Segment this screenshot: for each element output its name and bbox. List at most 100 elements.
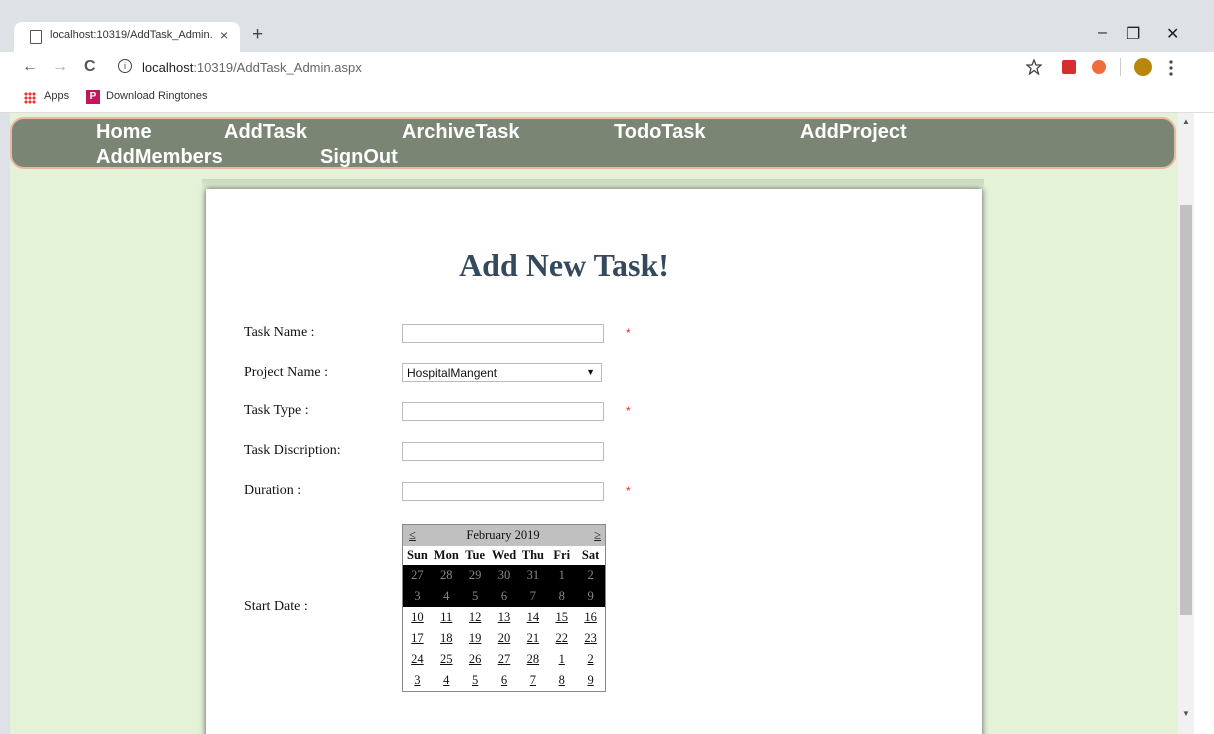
calendar-day[interactable]: 19	[461, 631, 490, 646]
close-window-button[interactable]: ✕	[1166, 24, 1179, 44]
start-date-calendar: ≤ February 2019 ≥ Sun Mon Tue Wed Thu Fr…	[402, 524, 606, 692]
calendar-day[interactable]: 23	[576, 631, 605, 646]
calendar-day[interactable]: 3	[403, 673, 432, 688]
task-type-input[interactable]	[402, 402, 604, 421]
task-name-label: Task Name :	[244, 325, 315, 340]
address-bar[interactable]: i localhost:10319/AddTask_Admin.aspx	[110, 56, 1036, 80]
tab-close-icon[interactable]: ×	[220, 27, 228, 43]
nav-addtask[interactable]: AddTask	[224, 121, 307, 144]
scroll-up-arrow-icon[interactable]: ▲	[1182, 117, 1190, 126]
scroll-down-arrow-icon[interactable]: ▼	[1182, 709, 1190, 718]
calendar-week-row: 17 18 19 20 21 22 23	[403, 628, 605, 649]
calendar-day[interactable]: 20	[490, 631, 519, 646]
calendar-week-row: 3 4 5 6 7 8 9	[403, 586, 605, 607]
calendar-day[interactable]: 4	[432, 673, 461, 688]
browser-tab[interactable]: localhost:10319/AddTask_Admin. ×	[14, 22, 240, 52]
weekday-label: Sun	[407, 548, 428, 562]
calendar-day[interactable]: 14	[518, 610, 547, 625]
star-icon[interactable]	[1026, 59, 1042, 75]
back-button[interactable]: ←	[22, 58, 38, 76]
tab-strip: localhost:10319/AddTask_Admin. × + – ❐ ✕	[0, 0, 1214, 52]
dropdown-arrow-icon: ▼	[586, 367, 595, 377]
calendar-day[interactable]: 18	[432, 631, 461, 646]
page-title: Add New Task!	[459, 247, 669, 283]
calendar-day[interactable]: 25	[432, 652, 461, 667]
calendar-week-row: 27 28 29 30 31 1 2	[403, 565, 605, 586]
weekday-label: Mon	[433, 548, 459, 562]
calendar-day[interactable]: 10	[403, 610, 432, 625]
reload-button[interactable]: C	[84, 58, 96, 76]
calendar-day[interactable]: 11	[432, 610, 461, 625]
calendar-day[interactable]: 9	[576, 673, 605, 688]
add-task-card: Add New Task! Task Name : * Project Name…	[206, 189, 982, 734]
profile-avatar-icon[interactable]	[1134, 58, 1152, 76]
calendar-day-disabled: 3	[414, 589, 421, 603]
task-type-required: *	[626, 404, 631, 418]
calendar-day-disabled: 31	[526, 568, 540, 582]
calendar-weekday-header: Sun Mon Tue Wed Thu Fri Sat	[403, 546, 605, 565]
calendar-day[interactable]: 13	[490, 610, 519, 625]
nav-addmembers[interactable]: AddMembers	[96, 146, 223, 169]
nav-home[interactable]: Home	[96, 121, 152, 144]
calendar-day[interactable]: 28	[518, 652, 547, 667]
start-date-label: Start Date :	[244, 599, 308, 614]
menu-dots-icon[interactable]	[1168, 60, 1174, 76]
nav-addproject[interactable]: AddProject	[800, 121, 907, 144]
task-type-label: Task Type :	[244, 403, 309, 418]
task-description-input[interactable]	[402, 442, 604, 461]
calendar-day[interactable]: 27	[490, 652, 519, 667]
bookmark-apps[interactable]: Apps	[44, 90, 69, 102]
block-extension-icon[interactable]	[1092, 60, 1106, 74]
calendar-day-disabled: 9	[587, 589, 594, 603]
calendar-day[interactable]: 16	[576, 610, 605, 625]
calendar-day[interactable]: 17	[403, 631, 432, 646]
url-host: localhost	[142, 60, 194, 75]
duration-input[interactable]	[402, 482, 604, 501]
calendar-day[interactable]: 26	[461, 652, 490, 667]
weekday-label: Tue	[465, 548, 485, 562]
calendar-week-row: 3 4 5 6 7 8 9	[403, 670, 605, 691]
calendar-day[interactable]: 5	[461, 673, 490, 688]
window-edge	[1194, 113, 1214, 734]
restore-button[interactable]: ❐	[1126, 24, 1140, 44]
project-name-select[interactable]: HospitalMangent ▼	[402, 363, 602, 382]
main-navbar: Home AddTask ArchiveTask TodoTask AddPro…	[10, 117, 1176, 169]
calendar-day[interactable]: 1	[547, 652, 576, 667]
calendar-day[interactable]: 7	[518, 673, 547, 688]
calendar-day[interactable]: 8	[547, 673, 576, 688]
url-text: localhost:10319/AddTask_Admin.aspx	[142, 60, 362, 75]
divider-shadow	[202, 179, 984, 189]
calendar-day-disabled: 28	[440, 568, 453, 582]
nav-archivetask[interactable]: ArchiveTask	[402, 121, 519, 144]
calendar-next-month[interactable]: ≥	[594, 528, 601, 543]
pdf-extension-icon[interactable]	[1062, 60, 1076, 74]
info-icon[interactable]: i	[118, 59, 132, 73]
calendar-day-disabled: 5	[472, 589, 479, 603]
apps-grid-icon[interactable]	[24, 92, 36, 104]
nav-todotask[interactable]: TodoTask	[614, 121, 705, 144]
new-tab-button[interactable]: +	[252, 24, 263, 46]
bookmark-download-ringtones[interactable]: Download Ringtones	[106, 90, 208, 102]
calendar-day[interactable]: 12	[461, 610, 490, 625]
nav-signout[interactable]: SignOut	[320, 146, 398, 169]
forward-button[interactable]: →	[52, 58, 68, 76]
calendar-day[interactable]: 6	[490, 673, 519, 688]
page-icon	[30, 30, 42, 44]
calendar-month-title: February 2019	[466, 528, 540, 542]
project-name-label: Project Name :	[244, 365, 328, 380]
calendar-day[interactable]: 24	[403, 652, 432, 667]
browser-toolbar: ← → C i localhost:10319/AddTask_Admin.as…	[0, 52, 1214, 84]
minimize-button[interactable]: –	[1098, 24, 1107, 42]
weekday-label: Wed	[491, 548, 517, 562]
page-scrollbar[interactable]: ▲ ▼	[1178, 113, 1194, 734]
scrollbar-thumb[interactable]	[1180, 205, 1192, 615]
calendar-day[interactable]: 21	[518, 631, 547, 646]
calendar-day-disabled: 6	[500, 589, 508, 603]
calendar-day-disabled: 2	[587, 568, 594, 582]
weekday-label: Fri	[553, 548, 571, 562]
calendar-day[interactable]: 2	[576, 652, 605, 667]
calendar-day[interactable]: 15	[547, 610, 576, 625]
calendar-day[interactable]: 22	[547, 631, 576, 646]
task-name-required: *	[626, 326, 631, 340]
task-name-input[interactable]	[402, 324, 604, 343]
